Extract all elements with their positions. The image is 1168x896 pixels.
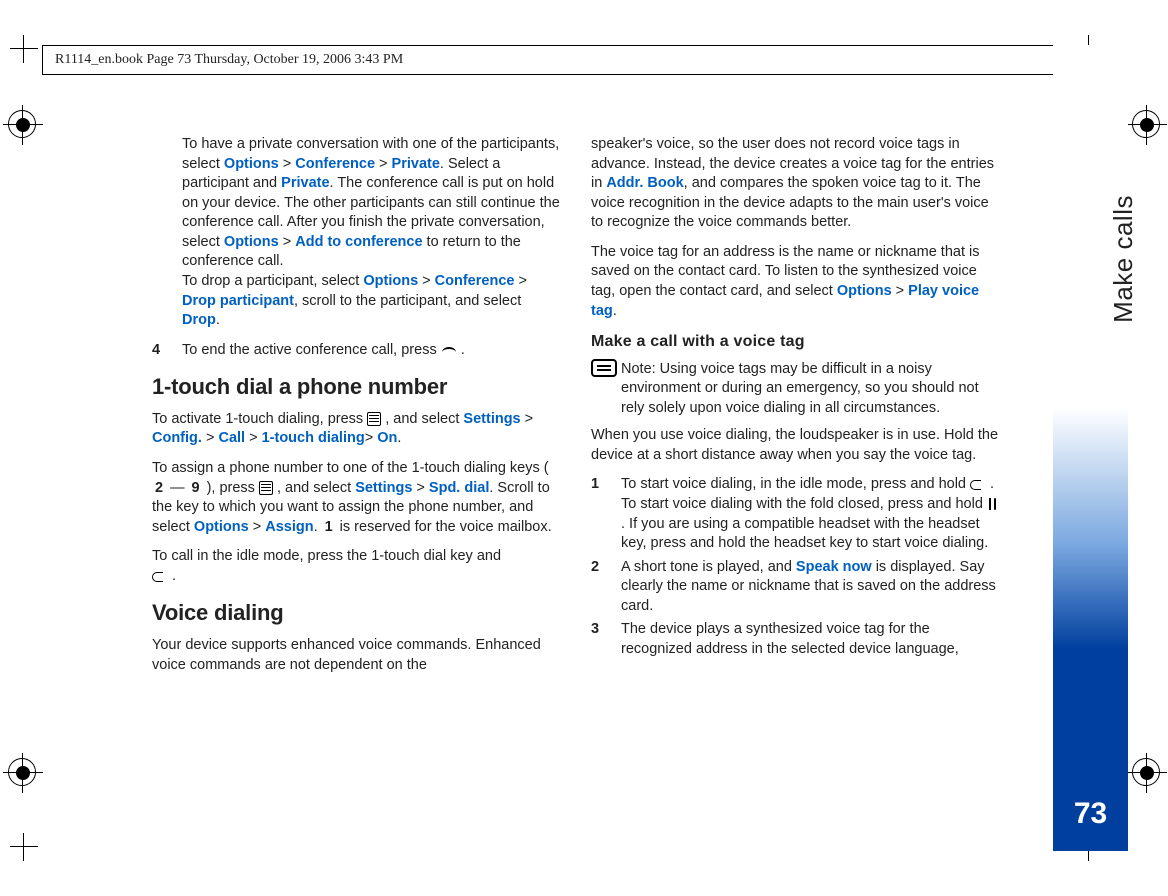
heading-voice-dialing: Voice dialing bbox=[152, 598, 563, 628]
step-4: 4 To end the active conference call, pre… bbox=[152, 341, 563, 361]
send-key-icon bbox=[152, 570, 168, 582]
link-options: Options bbox=[224, 156, 279, 172]
menu-key-icon bbox=[367, 412, 381, 426]
link-settings: Settings bbox=[463, 411, 520, 427]
para-voice-tag: The voice tag for an address is the name… bbox=[591, 243, 1002, 321]
link-private: Private bbox=[392, 156, 440, 172]
link-add-to-conference: Add to conference bbox=[295, 234, 422, 250]
para-speaker-voice: speaker's voice, so the user does not re… bbox=[591, 135, 1002, 233]
header-bookmark: R1114_en.book Page 73 Thursday, October … bbox=[42, 45, 1093, 75]
para-voice-intro: Your device supports enhanced voice comm… bbox=[152, 636, 563, 675]
link-private: Private bbox=[281, 175, 329, 191]
page-content: To have a private conversation with one … bbox=[152, 135, 1002, 816]
link-drop-participant: Drop participant bbox=[182, 293, 294, 309]
link-options: Options bbox=[363, 273, 418, 289]
key-2-icon: 2 bbox=[152, 479, 166, 499]
left-column: To have a private conversation with one … bbox=[152, 135, 563, 816]
right-column: speaker's voice, so the user does not re… bbox=[591, 135, 1002, 816]
link-on: On bbox=[377, 430, 397, 446]
link-addr-book: Addr. Book bbox=[606, 175, 683, 191]
link-config: Config. bbox=[152, 430, 202, 446]
step-number: 3 bbox=[591, 620, 599, 640]
link-options: Options bbox=[194, 519, 249, 535]
link-1touch-dialing: 1-touch dialing bbox=[262, 430, 365, 446]
menu-key-icon bbox=[259, 481, 273, 495]
note-voice-tags: Note: Using voice tags may be difficult … bbox=[591, 359, 1002, 419]
link-conference: Conference bbox=[295, 156, 375, 172]
step-3: 3 The device plays a synthesized voice t… bbox=[591, 620, 1002, 659]
step-number: 4 bbox=[152, 341, 160, 361]
heading-1touch-dial: 1-touch dial a phone number bbox=[152, 372, 563, 402]
side-tab: Make calls 73 bbox=[1053, 45, 1128, 851]
section-label: Make calls bbox=[1108, 195, 1139, 323]
link-speak-now: Speak now bbox=[796, 559, 872, 575]
link-assign: Assign bbox=[265, 519, 313, 535]
para-assign-number: To assign a phone number to one of the 1… bbox=[152, 459, 563, 537]
end-call-icon bbox=[441, 344, 457, 356]
link-options: Options bbox=[837, 283, 892, 299]
para-activate-1touch: To activate 1-touch dialing, press , and… bbox=[152, 410, 563, 449]
para-call-idle: To call in the idle mode, press the 1-to… bbox=[152, 547, 563, 586]
key-9-icon: 9 bbox=[189, 479, 203, 499]
link-options: Options bbox=[224, 234, 279, 250]
para-private-convo: To have a private conversation with one … bbox=[152, 135, 563, 331]
header-text: R1114_en.book Page 73 Thursday, October … bbox=[55, 52, 403, 67]
step-2: 2 A short tone is played, and Speak now … bbox=[591, 558, 1002, 617]
side-key-icon bbox=[987, 498, 1001, 510]
send-key-icon bbox=[970, 478, 986, 490]
subheading-make-call-voice-tag: Make a call with a voice tag bbox=[591, 331, 1002, 353]
link-settings: Settings bbox=[355, 480, 412, 496]
link-conference: Conference bbox=[435, 273, 515, 289]
page-number: 73 bbox=[1053, 797, 1128, 831]
link-spd-dial: Spd. dial bbox=[429, 480, 489, 496]
step-1: 1 To start voice dialing, in the idle mo… bbox=[591, 475, 1002, 553]
key-1-icon: 1 bbox=[322, 518, 336, 538]
para-voice-dialing-use: When you use voice dialing, the loudspea… bbox=[591, 426, 1002, 465]
step-number: 1 bbox=[591, 475, 599, 495]
link-call: Call bbox=[218, 430, 245, 446]
step-number: 2 bbox=[591, 558, 599, 578]
note-icon bbox=[591, 359, 617, 377]
link-drop: Drop bbox=[182, 312, 216, 328]
